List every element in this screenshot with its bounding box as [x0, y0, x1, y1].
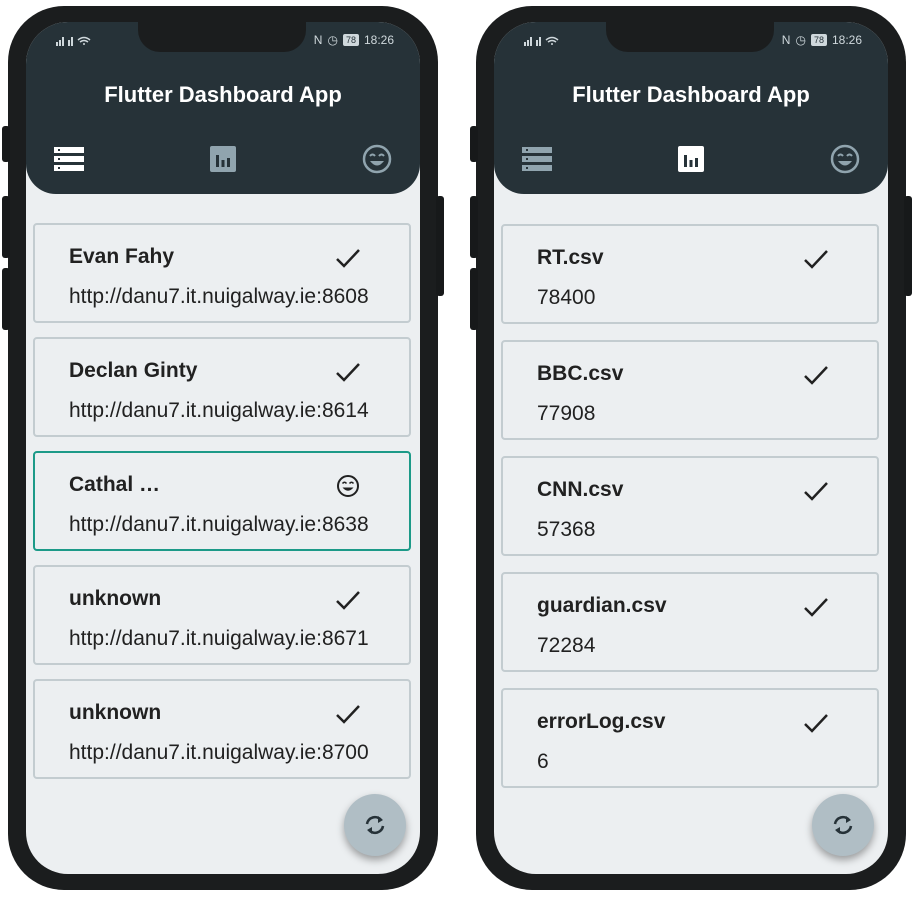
list-item[interactable]: unknown http://danu7.it.nuigalway.ie:867…	[33, 565, 411, 665]
refresh-icon	[833, 815, 853, 835]
side-button	[904, 196, 912, 296]
battery-indicator: 78	[810, 34, 827, 46]
side-button	[2, 126, 10, 162]
refresh-button[interactable]	[344, 794, 406, 856]
side-button	[436, 196, 444, 296]
alarm-icon: ◷	[327, 33, 338, 47]
check-icon	[804, 250, 828, 269]
tab-status[interactable]	[828, 142, 862, 176]
list-item[interactable]: CNN.csv 57368	[501, 456, 879, 556]
battery-indicator: 78	[342, 34, 359, 46]
item-value: http://danu7.it.nuigalway.ie:8608	[69, 285, 369, 308]
item-name: CNN.csv	[537, 478, 624, 501]
item-name: unknown	[69, 701, 162, 724]
side-button	[470, 268, 478, 330]
app-bar: Flutter Dashboard App	[494, 60, 888, 194]
smiley-icon	[337, 475, 359, 497]
item-name: errorLog.csv	[537, 710, 666, 733]
tab-bar	[26, 142, 420, 176]
item-name: guardian.csv	[537, 594, 667, 617]
status-time: 18:26	[363, 33, 394, 47]
item-value: 78400	[537, 286, 596, 309]
notch	[606, 22, 774, 52]
alarm-icon: ◷	[795, 33, 806, 47]
item-value: 77908	[537, 402, 596, 425]
list-item[interactable]: Declan Ginty http://danu7.it.nuigalway.i…	[33, 337, 411, 437]
item-name: Cathal …	[69, 473, 161, 496]
list-icon	[54, 147, 84, 171]
phone-frame-left: N ◷ 78 18:26 Flutter Dashboard App Evan …	[2, 6, 444, 890]
item-value: http://danu7.it.nuigalway.ie:8700	[69, 741, 369, 764]
signal-icon	[524, 36, 559, 46]
item-name: Declan Ginty	[69, 359, 198, 382]
tab-list[interactable]	[52, 142, 86, 176]
status-right: N ◷ 78 18:26	[782, 33, 862, 47]
phone-screen: N ◷ 78 18:26 Flutter Dashboard App	[26, 22, 420, 874]
item-name: Evan Fahy	[69, 245, 175, 268]
list-item[interactable]: guardian.csv 72284	[501, 572, 879, 672]
bar-chart-icon	[210, 146, 236, 172]
item-name: unknown	[69, 587, 162, 610]
app-bar: Flutter Dashboard App	[26, 60, 420, 194]
check-icon	[336, 591, 360, 610]
refresh-icon	[365, 815, 385, 835]
bar-chart-icon	[678, 146, 704, 172]
check-icon	[804, 714, 828, 733]
status-time: 18:26	[831, 33, 862, 47]
app-title: Flutter Dashboard App	[572, 82, 810, 107]
list-item[interactable]: errorLog.csv 6	[501, 688, 879, 788]
side-button	[2, 268, 10, 330]
tab-status[interactable]	[360, 142, 394, 176]
tab-stats[interactable]	[674, 142, 708, 176]
signal-icon	[56, 36, 91, 46]
side-button	[470, 196, 478, 258]
smiley-icon	[830, 144, 860, 174]
list-item[interactable]: unknown http://danu7.it.nuigalway.ie:870…	[33, 679, 411, 779]
status-right: N ◷ 78 18:26	[314, 33, 394, 47]
check-icon	[804, 366, 828, 385]
app-title: Flutter Dashboard App	[104, 82, 342, 107]
nfc-icon: N	[781, 33, 791, 47]
nfc-icon: N	[313, 33, 323, 47]
tab-stats[interactable]	[206, 142, 240, 176]
list-item-selected[interactable]: Cathal … http://danu7.it.nuigalway.ie:86…	[33, 451, 411, 551]
item-name: RT.csv	[537, 246, 604, 269]
phone-screen: N ◷ 78 18:26 Flutter Dashboard App	[494, 22, 888, 874]
phone-frame-right: N ◷ 78 18:26 Flutter Dashboard App RT.cs…	[470, 6, 912, 890]
check-icon	[804, 598, 828, 617]
check-icon	[804, 482, 828, 501]
item-value: 57368	[537, 518, 596, 541]
item-name: BBC.csv	[537, 362, 624, 385]
refresh-button[interactable]	[812, 794, 874, 856]
list-item[interactable]: BBC.csv 77908	[501, 340, 879, 440]
item-value: 6	[537, 750, 549, 773]
check-icon	[336, 249, 360, 268]
check-icon	[336, 705, 360, 724]
tab-list[interactable]	[520, 142, 554, 176]
side-button	[2, 196, 10, 258]
item-value: 72284	[537, 634, 596, 657]
list-item[interactable]: Evan Fahy http://danu7.it.nuigalway.ie:8…	[33, 223, 411, 323]
item-value: http://danu7.it.nuigalway.ie:8638	[69, 513, 369, 536]
item-value: http://danu7.it.nuigalway.ie:8671	[69, 627, 369, 650]
tab-bar	[494, 142, 888, 176]
list-icon	[522, 147, 552, 171]
smiley-icon	[362, 144, 392, 174]
signal-indicators	[56, 34, 92, 46]
signal-indicators	[524, 34, 560, 46]
side-button	[470, 126, 478, 162]
list-item[interactable]: RT.csv 78400	[501, 224, 879, 324]
item-value: http://danu7.it.nuigalway.ie:8614	[69, 399, 369, 422]
check-icon	[336, 363, 360, 382]
notch	[138, 22, 306, 52]
